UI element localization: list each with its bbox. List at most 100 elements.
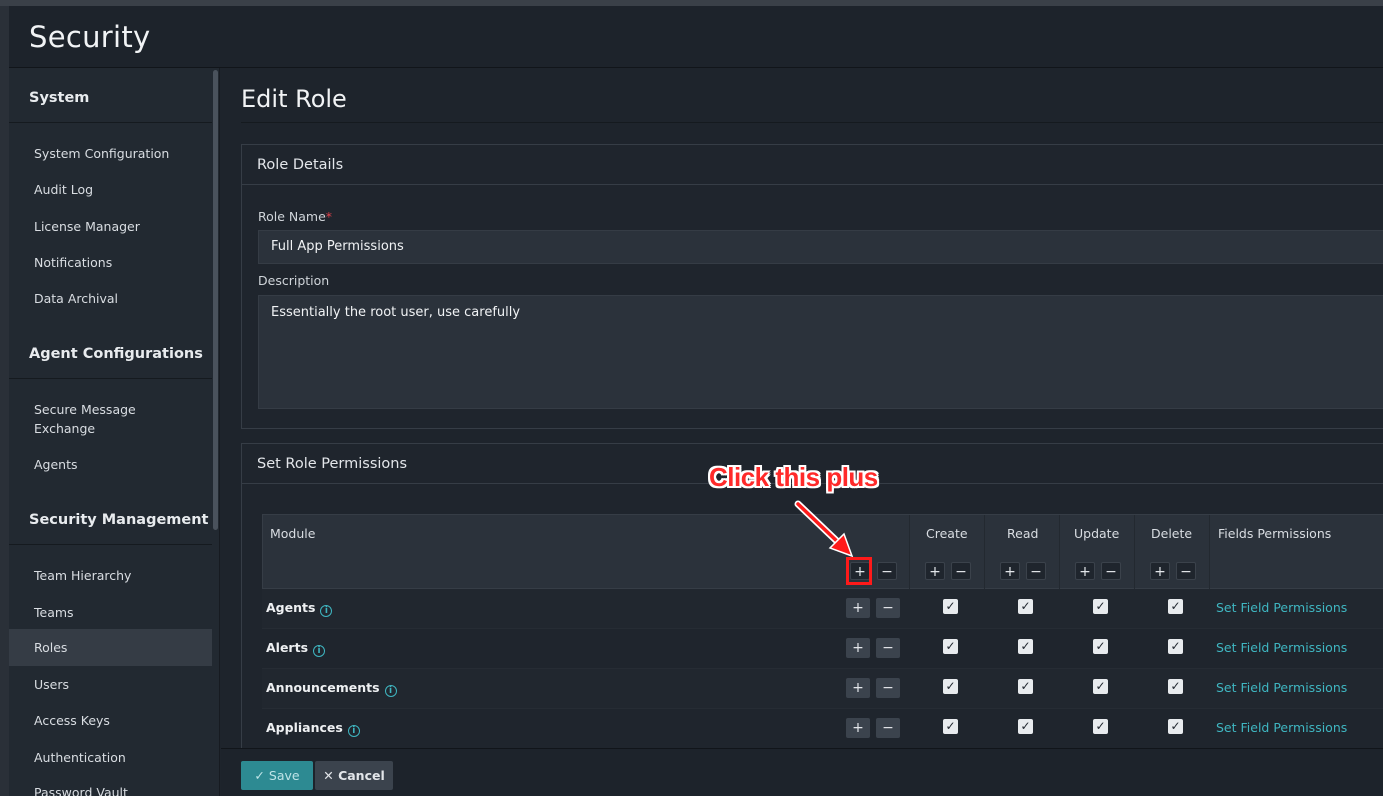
sidebar-scrollbar[interactable] (213, 70, 218, 530)
table-row: Agents i + − ✓ ✓ ✓ ✓ Set Field Permission… (262, 589, 1383, 629)
update-plus-all-button[interactable]: + (1075, 562, 1095, 580)
column-header-update: Update (1074, 526, 1120, 541)
description-textarea[interactable]: Essentially the root user, use carefully (258, 295, 1383, 409)
update-minus-all-button[interactable]: − (1101, 562, 1121, 580)
app-title: Security (29, 20, 151, 54)
update-checkbox[interactable]: ✓ (1093, 639, 1108, 654)
create-minus-all-button[interactable]: − (951, 562, 971, 580)
save-button[interactable]: ✓ Save (241, 761, 313, 790)
table-row: Alerts i + − ✓ ✓ ✓ ✓ Set Field Permission… (262, 629, 1383, 669)
sidebar-item-teams[interactable]: Teams (9, 603, 212, 622)
update-checkbox[interactable]: ✓ (1093, 679, 1108, 694)
sidebar-item-notifications[interactable]: Notifications (9, 253, 212, 272)
sidebar-item-audit-log[interactable]: Audit Log (9, 180, 212, 199)
set-field-permissions-link[interactable]: Set Field Permissions (1216, 720, 1347, 735)
column-divider (984, 515, 985, 590)
cancel-button[interactable]: ✕ Cancel (315, 761, 393, 790)
role-name-input[interactable]: Full App Permissions (258, 230, 1383, 264)
page-title: Edit Role (241, 85, 347, 113)
close-icon: ✕ (323, 768, 334, 783)
section-divider (9, 378, 212, 379)
required-mark: * (325, 209, 333, 224)
info-icon[interactable]: i (320, 605, 333, 617)
sidebar-item-license-manager[interactable]: License Manager (9, 217, 212, 236)
sidebar-item-password-vault[interactable]: Password Vault (9, 783, 212, 796)
annotation-label: Click this plus (709, 462, 878, 492)
check-icon: ✓ (254, 768, 265, 783)
create-checkbox[interactable]: ✓ (943, 639, 958, 654)
role-details-heading: Role Details (242, 145, 1383, 185)
sidebar-item-team-hierarchy[interactable]: Team Hierarchy (9, 566, 212, 585)
create-checkbox[interactable]: ✓ (943, 679, 958, 694)
module-name: Alerts i (266, 640, 326, 657)
column-divider (1059, 515, 1060, 590)
column-divider (1209, 515, 1210, 590)
info-icon[interactable]: i (384, 685, 397, 697)
module-minus-all-button[interactable]: − (877, 562, 897, 580)
module-name: Agents i (266, 600, 333, 617)
delete-checkbox[interactable]: ✓ (1168, 679, 1183, 694)
module-name: Appliances i (266, 720, 360, 737)
read-checkbox[interactable]: ✓ (1018, 679, 1033, 694)
sidebar: System System Configuration Audit Log Li… (9, 68, 220, 796)
annotation-arrow-icon (794, 500, 854, 558)
column-divider (909, 515, 910, 590)
column-header-fields-permissions: Fields Permissions (1218, 526, 1332, 541)
info-icon[interactable]: i (347, 725, 360, 737)
create-plus-all-button[interactable]: + (925, 562, 945, 580)
row-minus-button[interactable]: − (876, 638, 900, 658)
read-checkbox[interactable]: ✓ (1018, 599, 1033, 614)
sidebar-item-system-configuration[interactable]: System Configuration (9, 144, 212, 163)
table-row: Appliances i + − ✓ ✓ ✓ ✓ Set Field Permis… (262, 709, 1383, 749)
create-checkbox[interactable]: ✓ (943, 719, 958, 734)
row-minus-button[interactable]: − (876, 678, 900, 698)
role-name-label: Role Name* (258, 209, 333, 224)
create-checkbox[interactable]: ✓ (943, 599, 958, 614)
section-title-system: System (29, 90, 90, 106)
delete-checkbox[interactable]: ✓ (1168, 599, 1183, 614)
annotation-highlight-box (846, 557, 872, 585)
read-checkbox[interactable]: ✓ (1018, 719, 1033, 734)
update-checkbox[interactable]: ✓ (1093, 599, 1108, 614)
set-field-permissions-link[interactable]: Set Field Permissions (1216, 680, 1347, 695)
delete-checkbox[interactable]: ✓ (1168, 639, 1183, 654)
row-minus-button[interactable]: − (876, 718, 900, 738)
row-plus-button[interactable]: + (846, 718, 870, 738)
set-field-permissions-link[interactable]: Set Field Permissions (1216, 600, 1347, 615)
update-checkbox[interactable]: ✓ (1093, 719, 1108, 734)
section-divider (9, 544, 212, 545)
title-divider (241, 122, 1383, 123)
left-edge (0, 6, 9, 796)
section-title-security-management: Security Management (29, 512, 209, 528)
column-header-module: Module (270, 526, 316, 541)
row-minus-button[interactable]: − (876, 598, 900, 618)
row-plus-button[interactable]: + (846, 598, 870, 618)
sidebar-item-access-keys[interactable]: Access Keys (9, 711, 212, 730)
delete-plus-all-button[interactable]: + (1150, 562, 1170, 580)
main-content: Edit Role Role Details Role Name* Full A… (221, 68, 1383, 753)
form-footer: ✓ Save ✕ Cancel (221, 748, 1383, 796)
read-checkbox[interactable]: ✓ (1018, 639, 1033, 654)
section-divider (9, 122, 212, 123)
column-header-delete: Delete (1151, 526, 1193, 541)
module-name: Announcements i (266, 680, 397, 697)
sidebar-item-roles[interactable]: Roles (9, 629, 212, 666)
info-icon[interactable]: i (313, 645, 326, 657)
role-details-panel: Role Details Role Name* Full App Permiss… (241, 144, 1383, 429)
sidebar-item-agents[interactable]: Agents (9, 455, 212, 474)
sidebar-item-users[interactable]: Users (9, 675, 212, 694)
column-header-read: Read (1007, 526, 1039, 541)
table-row: Announcements i + − ✓ ✓ ✓ ✓ Set Field Per… (262, 669, 1383, 709)
read-minus-all-button[interactable]: − (1026, 562, 1046, 580)
read-plus-all-button[interactable]: + (1000, 562, 1020, 580)
sidebar-item-data-archival[interactable]: Data Archival (9, 289, 212, 308)
row-plus-button[interactable]: + (846, 638, 870, 658)
delete-minus-all-button[interactable]: − (1176, 562, 1196, 580)
section-title-agent-configurations: Agent Configurations (29, 346, 203, 362)
description-label: Description (258, 273, 330, 288)
sidebar-item-secure-message-exchange[interactable]: Secure Message Exchange (9, 400, 199, 438)
row-plus-button[interactable]: + (846, 678, 870, 698)
set-field-permissions-link[interactable]: Set Field Permissions (1216, 640, 1347, 655)
sidebar-item-authentication[interactable]: Authentication (9, 748, 212, 767)
delete-checkbox[interactable]: ✓ (1168, 719, 1183, 734)
